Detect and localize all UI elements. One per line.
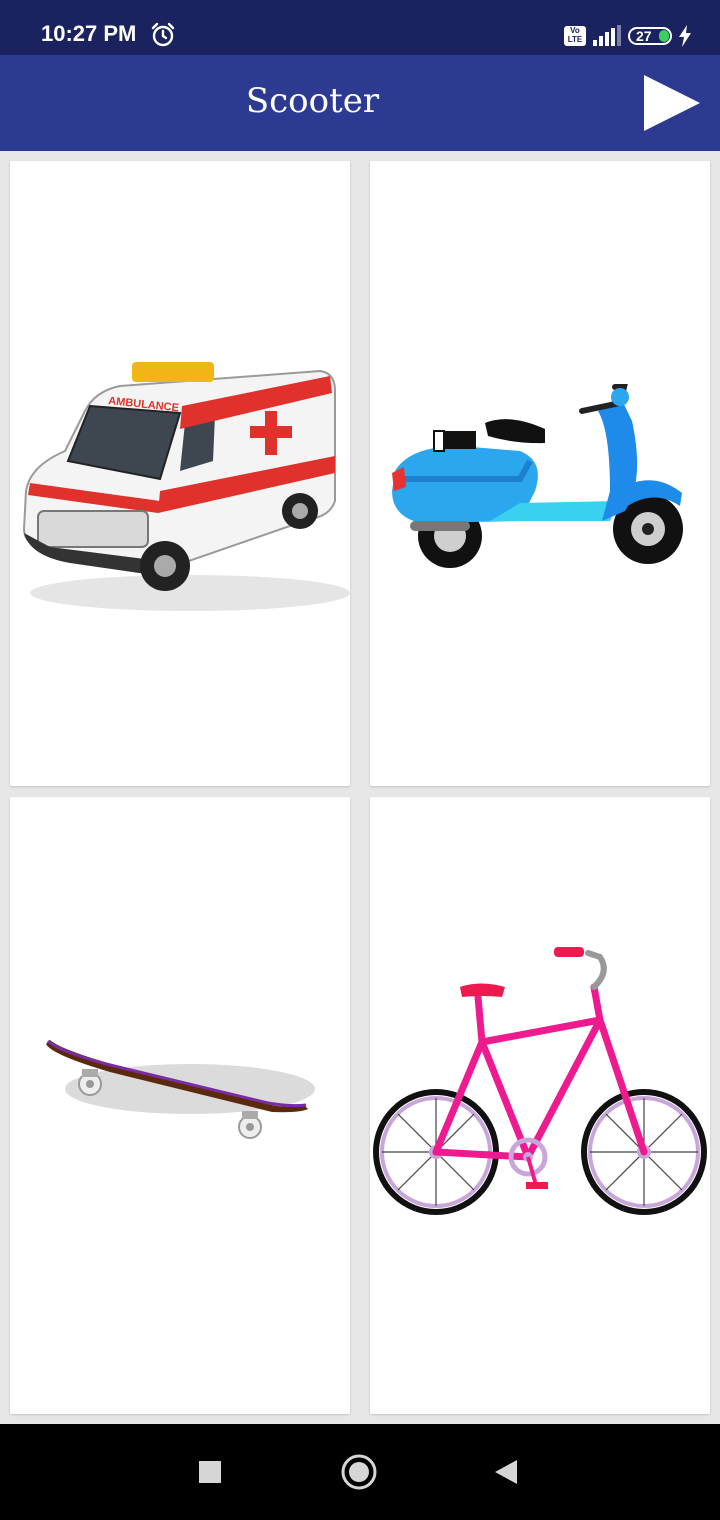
- navigation-bar: [0, 1424, 720, 1520]
- charging-icon: [679, 25, 691, 47]
- card-skateboard[interactable]: [10, 797, 350, 1414]
- volte-text-top: Vo: [570, 26, 580, 35]
- app-bar: Scooter: [0, 55, 720, 151]
- status-bar: 10:27 PM Vo LTE 27: [0, 0, 720, 55]
- home-circle-icon[interactable]: [340, 1453, 378, 1491]
- recents-square-icon[interactable]: [198, 1460, 222, 1484]
- signal-icon: [593, 25, 621, 46]
- image-grid: AMBULANCE: [0, 151, 720, 1424]
- volte-text-bottom: LTE: [567, 35, 583, 44]
- alarm-icon: [151, 22, 175, 47]
- page-title: Scooter: [245, 81, 380, 121]
- battery-level: 27: [636, 28, 652, 44]
- card-scooter[interactable]: [370, 161, 710, 786]
- play-icon[interactable]: [640, 73, 704, 133]
- status-time: 10:27 PM: [41, 21, 137, 46]
- battery-fill: [659, 30, 669, 42]
- bicycle-image: [373, 947, 707, 1215]
- scooter-image: [392, 384, 683, 568]
- volte-icon: Vo LTE: [564, 26, 586, 46]
- status-icons: Vo LTE 27: [564, 22, 692, 50]
- card-ambulance[interactable]: AMBULANCE: [10, 161, 350, 786]
- skateboard-image: [46, 1039, 315, 1139]
- card-bicycle[interactable]: [370, 797, 710, 1414]
- ambulance-image: AMBULANCE: [22, 362, 350, 611]
- battery-icon: 27: [628, 27, 672, 45]
- back-triangle-icon[interactable]: [494, 1459, 518, 1485]
